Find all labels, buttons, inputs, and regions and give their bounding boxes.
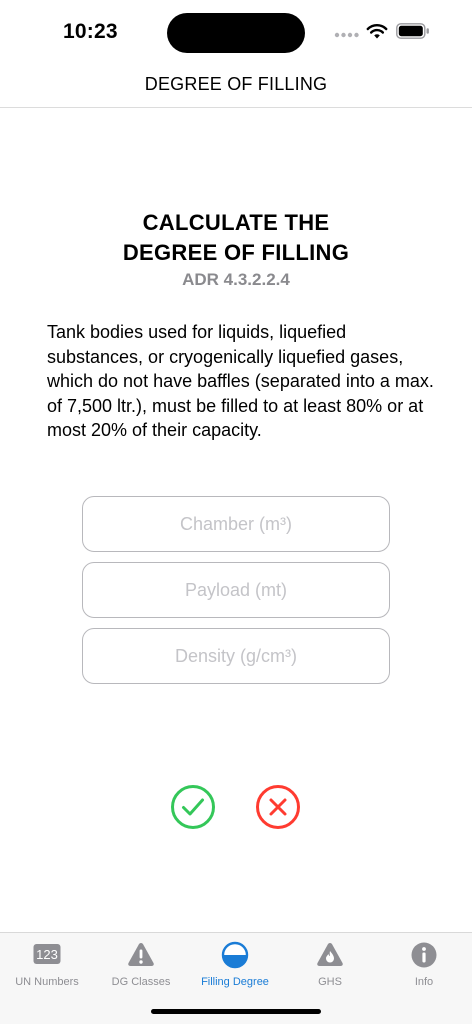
un-numbers-icon: 123 [33, 944, 61, 964]
calculate-button[interactable] [170, 784, 216, 830]
checkmark-circle-icon [171, 785, 215, 829]
tab-un-numbers[interactable]: 123 UN Numbers [0, 939, 94, 993]
home-indicator[interactable] [151, 1009, 321, 1014]
page-title: DEGREE OF FILLING [144, 74, 328, 94]
battery-icon [396, 23, 429, 39]
tab-label: DG Classes [111, 976, 171, 988]
status-time: 10:23 [63, 20, 118, 43]
chamber-input[interactable] [82, 496, 390, 552]
description-text: Tank bodies used for liquids, liquefied … [47, 322, 434, 441]
dynamic-island [167, 13, 305, 53]
tab-filling-degree[interactable]: Filling Degree [188, 939, 282, 993]
density-input[interactable] [82, 628, 390, 684]
un-numbers-badge: 123 [36, 947, 58, 962]
x-circle-icon [256, 785, 300, 829]
flame-triangle-icon [317, 943, 343, 966]
heading-line-2: DEGREE OF FILLING [122, 240, 350, 265]
payload-input[interactable] [82, 562, 390, 618]
status-bar: 10:23 [0, 0, 472, 60]
tab-label: UN Numbers [15, 976, 79, 988]
navigation-bar: DEGREE OF FILLING [0, 60, 472, 108]
tab-info[interactable]: Info [377, 939, 471, 993]
tab-label: Filling Degree [201, 976, 269, 988]
wifi-icon [366, 24, 388, 39]
cellular-signal-icon [334, 32, 359, 38]
info-icon [411, 942, 437, 968]
half-filled-circle-icon [221, 941, 249, 969]
heading-line-1: CALCULATE THE [142, 210, 330, 235]
regulation-reference: ADR 4.3.2.2.4 [182, 270, 290, 289]
clear-button[interactable] [255, 784, 301, 830]
tab-dg-classes[interactable]: DG Classes [94, 939, 188, 993]
warning-triangle-icon [128, 943, 154, 966]
tab-ghs[interactable]: GHS [283, 939, 377, 993]
tab-label: GHS [318, 976, 342, 988]
calculator-heading: CALCULATE THE DEGREE OF FILLING [0, 208, 472, 268]
tab-label: Info [414, 976, 434, 988]
